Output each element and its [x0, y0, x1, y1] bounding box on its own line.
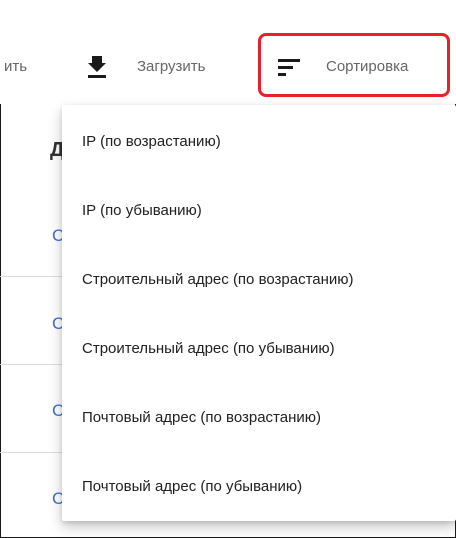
sort-option-postal-address-asc[interactable]: Почтовый адрес (по возрастанию): [62, 383, 456, 452]
sort-option-label: Строительный адрес (по убыванию): [82, 340, 335, 357]
sort-option-label: IP (по возрастанию): [82, 133, 221, 150]
sort-option-label: Строительный адрес (по возрастанию): [82, 271, 354, 288]
download-icon[interactable]: [88, 56, 106, 78]
table-row-divider: [0, 452, 62, 453]
sort-option-label: Почтовый адрес (по убыванию): [82, 478, 303, 495]
download-button[interactable]: Загрузить: [137, 58, 206, 75]
sort-option-postal-address-desc[interactable]: Почтовый адрес (по убыванию): [62, 452, 456, 521]
sort-button[interactable]: Сортировка: [326, 58, 408, 75]
sort-option-building-address-desc[interactable]: Строительный адрес (по убыванию): [62, 314, 456, 383]
toolbar-truncated-action-label[interactable]: ить: [4, 58, 27, 75]
sort-option-building-address-asc[interactable]: Строительный адрес (по возрастанию): [62, 245, 456, 314]
toolbar: ить Загрузить Сортировка: [0, 0, 456, 104]
sort-dropdown-menu: IP (по возрастанию) IP (по убыванию) Стр…: [62, 105, 456, 521]
table-row-divider: [0, 276, 62, 277]
sort-option-ip-desc[interactable]: IP (по убыванию): [62, 176, 456, 245]
sort-option-label: Почтовый адрес (по возрастанию): [82, 409, 322, 426]
table-row-divider: [0, 364, 62, 365]
sort-option-ip-asc[interactable]: IP (по возрастанию): [62, 107, 456, 176]
sort-option-label: IP (по убыванию): [82, 202, 202, 219]
sort-icon[interactable]: [278, 58, 300, 76]
